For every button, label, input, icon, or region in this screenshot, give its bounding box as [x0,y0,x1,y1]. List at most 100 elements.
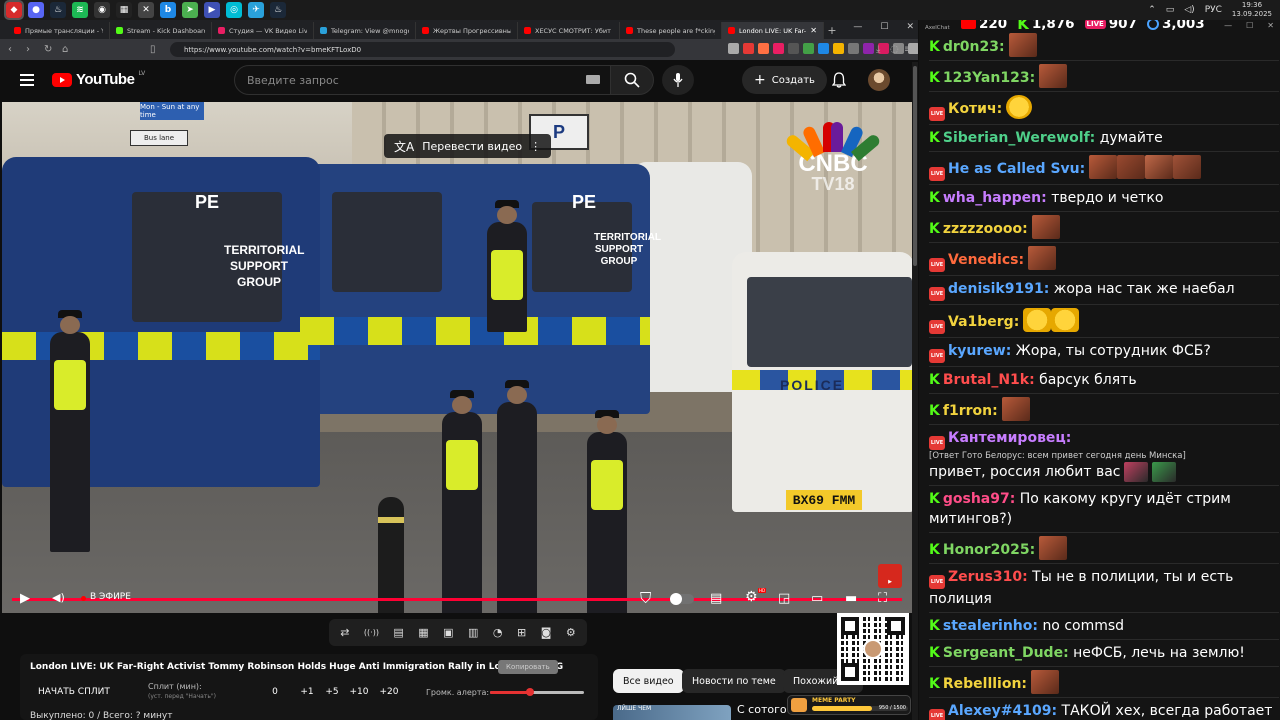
chat-username[interactable]: Venedics: [948,252,1024,268]
chat-username[interactable]: f1rron: [943,403,998,419]
live-label[interactable]: В ЭФИРЕ [90,592,131,602]
ext-6-icon[interactable] [803,43,814,54]
spotify-app-icon[interactable]: ≋ [72,2,88,18]
browser-tab[interactable]: Жертвы Прогрессивных А [416,22,518,39]
url-field[interactable]: https://www.youtube.com/watch?v=bmeKFTLo… [170,42,675,57]
chat-close-icon[interactable]: ✕ [1267,21,1274,30]
search-button[interactable] [610,65,654,95]
close-app-icon[interactable]: ✕ [138,2,154,18]
chip-related-news[interactable]: Новости по теме [682,669,786,693]
chat-username[interactable]: Кантемировец: [948,430,1071,446]
bookmark-icon[interactable]: ▯ [150,44,160,55]
gear-icon[interactable]: ⚙ [566,626,576,639]
browser-tab[interactable]: Stream - Kick Dashboard [110,22,212,39]
steam2-app-icon[interactable]: ♨ [270,2,286,18]
app-play-icon[interactable]: ▶ [204,2,220,18]
alert-volume-thumb[interactable] [526,688,535,696]
browser-tab[interactable]: Telegram: View @mnogonosi [314,22,416,39]
broadcast-icon[interactable]: ((·)) [364,628,379,637]
chat-username[interactable]: Котич: [948,101,1002,117]
chat-username[interactable]: kyurew: [948,343,1011,359]
video-player[interactable]: Mon - Sun at any time Bus lane P PE PE T… [2,102,912,613]
ext-1-icon[interactable] [728,43,739,54]
maximize-icon[interactable]: ☐ [880,22,888,32]
chat-username[interactable]: Sergeant_Dude: [943,645,1069,661]
alert-volume-slider[interactable] [490,688,584,696]
speed-icon[interactable]: ◔ [493,626,503,639]
aspect-icon[interactable]: ▣ [443,626,453,639]
youtube-logo[interactable]: YouTube LV [52,70,145,88]
chat-username[interactable]: 123Yan123: [943,70,1035,86]
tray-chevron-icon[interactable]: ⌃ [1148,5,1156,15]
add-icon[interactable]: ⊞ [517,626,526,639]
chat-username[interactable]: Rebelllion: [943,676,1027,692]
clock[interactable]: 19:36 13.09.2025 [1232,1,1272,19]
search-input[interactable]: Введите запрос [234,65,611,95]
chat-username[interactable]: He as Called Svu: [948,161,1085,177]
chat-username[interactable]: gosha97: [943,491,1015,507]
translate-video-button[interactable]: 文A Перевести видео ⋮ [384,134,552,158]
ext-3-icon[interactable] [758,43,769,54]
chat-username[interactable]: stealerinho: [943,618,1038,634]
ext-7-icon[interactable] [818,43,829,54]
chat-username[interactable]: dr0n23: [943,39,1005,55]
settings-gear-icon[interactable]: ⚙ [745,589,758,605]
subtitles-icon[interactable]: ▤ [710,591,722,606]
keyboard-icon[interactable] [586,75,600,84]
browser-tab[interactable]: Студия — VK Видео Live [212,22,314,39]
new-tab-icon[interactable]: + [824,22,840,39]
filmstrip-icon[interactable]: ▥ [468,626,478,639]
minimize-icon[interactable]: — [853,22,862,32]
scrollbar-thumb[interactable] [913,66,917,266]
telegram-app-icon[interactable]: ✈ [248,2,264,18]
ext-8-icon[interactable] [833,43,844,54]
split-add-20-button[interactable]: +20 [374,687,404,697]
more-options-icon[interactable]: ⋮ [530,140,541,153]
obs-app-icon[interactable]: ◉ [94,2,110,18]
download-icon[interactable]: ⤓ [876,44,886,55]
split-add-10-button[interactable]: +10 [344,687,374,697]
clapper-icon[interactable]: ▦ [418,626,428,639]
miniplayer-icon[interactable]: ◲ [778,591,790,606]
ext-2-icon[interactable] [743,43,754,54]
voice-search-button[interactable] [662,65,694,95]
fullscreen-icon[interactable]: ⛶ [878,591,887,606]
split-add-1-button[interactable]: +1 [294,687,320,697]
split-add-5-button[interactable]: +5 [320,687,344,697]
app-globe-icon[interactable]: ◎ [226,2,242,18]
subtitle-icon[interactable]: ▤ [393,626,403,639]
tab-close-icon[interactable]: ✕ [810,26,817,35]
hamburger-menu-icon[interactable] [20,74,34,89]
chat-username[interactable]: wha_happen: [943,190,1047,206]
app-arrow-icon[interactable]: ➤ [182,2,198,18]
theater-mode-icon[interactable]: ▭ [811,591,823,606]
profile-icon[interactable]: ◌ [890,44,900,55]
windows-app-icon[interactable]: ▦ [116,2,132,18]
camera-icon[interactable]: ◙ [541,626,552,639]
loop-icon[interactable]: ⇄ [340,626,349,639]
forward-icon[interactable]: › [26,44,36,55]
play-icon[interactable]: ▶ [20,591,30,606]
browser-app-icon[interactable]: ◆ [4,0,24,20]
close-window-icon[interactable]: ✕ [906,22,914,32]
language-indicator[interactable]: РУС [1205,5,1222,15]
chat-username[interactable]: Va1berg: [948,314,1019,330]
app-b-icon[interactable]: b [160,2,176,18]
chat-username[interactable]: zzzzzoooo: [943,221,1028,237]
autoplay-toggle[interactable] [670,593,694,605]
chat-username[interactable]: Siberian_Werewolf: [943,130,1095,146]
steam-app-icon[interactable]: ♨ [50,2,66,18]
start-split-button[interactable]: НАЧАТЬ СПЛИТ [38,687,110,697]
create-button[interactable]: + Создать [742,66,827,94]
ext-5-icon[interactable] [788,43,799,54]
browser-tab[interactable]: These people are f*cking ev [620,22,722,39]
cast-icon[interactable]: ▬ [845,591,857,606]
chat-username[interactable]: Brutal_N1k: [943,372,1035,388]
notifications-bell-icon[interactable] [831,72,847,92]
volume-icon[interactable]: ◁) [1184,5,1194,15]
recommendation-thumbnail[interactable]: ЛЙШЕ ЧЕМ [613,705,731,720]
chat-maximize-icon[interactable]: ☐ [1246,21,1253,30]
user-avatar[interactable] [868,69,890,91]
browser-tab[interactable]: Прямые трансляции - YouT [8,22,110,39]
ext-10-icon[interactable] [863,43,874,54]
